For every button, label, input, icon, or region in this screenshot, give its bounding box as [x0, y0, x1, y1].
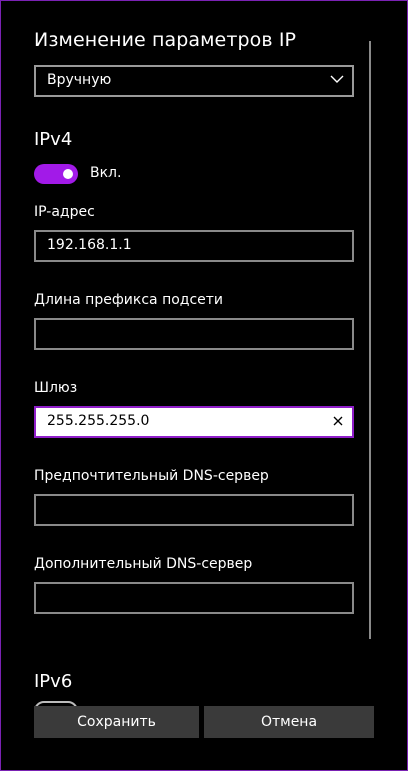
chevron-down-icon	[330, 75, 344, 83]
alternate-dns-input[interactable]	[34, 582, 354, 614]
ip-address-value: 192.168.1.1	[47, 237, 132, 253]
ipv4-toggle-label: Вкл.	[90, 165, 122, 181]
close-icon[interactable]	[331, 414, 345, 428]
save-button[interactable]: Сохранить	[34, 706, 199, 738]
ip-mode-select-value: Вручную	[47, 72, 112, 88]
preferred-dns-input[interactable]	[34, 494, 354, 526]
dialog-title: Изменение параметров IP	[34, 29, 297, 51]
scrollbar[interactable]	[369, 41, 371, 639]
ipv4-toggle[interactable]	[34, 164, 78, 184]
gateway-label: Шлюз	[34, 380, 78, 396]
ip-mode-select[interactable]: Вручную	[34, 65, 354, 97]
ip-address-label: IP-адрес	[34, 204, 95, 220]
ipv4-heading: IPv4	[34, 129, 73, 150]
ipv6-heading: IPv6	[34, 671, 73, 692]
ip-address-input[interactable]: 192.168.1.1	[34, 230, 354, 262]
prefix-length-input[interactable]	[34, 318, 354, 350]
cancel-button[interactable]: Отмена	[204, 706, 374, 738]
prefix-length-label: Длина префикса подсети	[34, 292, 224, 308]
preferred-dns-label: Предпочтительный DNS-сервер	[34, 468, 269, 484]
gateway-value: 255.255.255.0	[47, 413, 150, 429]
gateway-input[interactable]: 255.255.255.0	[34, 406, 354, 438]
toggle-knob	[63, 169, 73, 179]
edit-ip-settings-dialog: Изменение параметров IP Вручную IPv4 Вкл…	[0, 0, 408, 771]
alternate-dns-label: Дополнительный DNS-сервер	[34, 556, 253, 572]
